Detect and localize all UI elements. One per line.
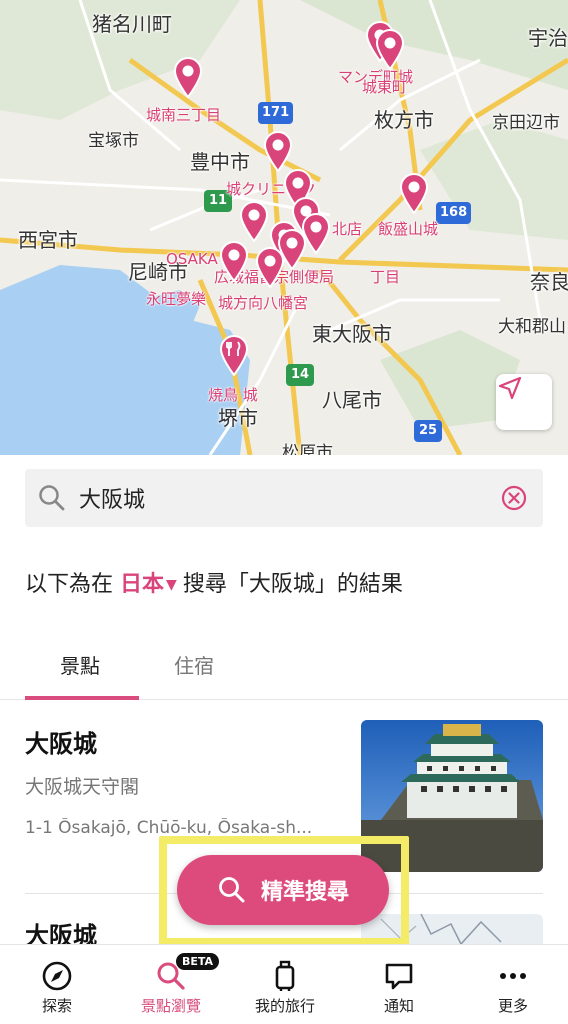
poi-label: 城南三丁目 [146,106,222,124]
nav-label: 探索 [41,997,72,1015]
result-summary: 以下為在 日本 ▼ 搜尋「大阪城」的結果 [25,566,403,598]
map-pin-icon[interactable] [398,172,430,215]
result-prefix: 以下為在 [25,572,114,597]
result-address: 1-1 Ōsakajō, Chūō-ku, Ōsaka-sh... [25,818,313,838]
map-place-label: 宝塚市 [88,131,139,151]
map-place-label: 八尾市 [322,388,382,412]
country-selector[interactable]: 日本 [120,572,164,597]
nav-label: 景點瀏覽 [140,997,201,1015]
map-pin-icon[interactable] [262,130,294,173]
nav-notifications[interactable]: 通知 [342,945,456,1024]
result-subtitle: 大阪城天守閣 [25,776,140,798]
map-place-label: 東大阪市 [312,322,392,346]
nav-label: 我的旅行 [254,997,315,1015]
poi-label: 城方向八幡宮 [218,294,309,312]
map-pin-icon[interactable] [218,240,250,283]
chat-bubble-icon [385,963,413,990]
map-place-label: 京田辺市 [492,113,560,133]
search-input[interactable]: 大阪城 [79,482,499,514]
poi-label: 北店 [332,220,363,238]
road-shield: 25 [414,420,442,442]
map-place-label: 大和郡山 [498,317,566,337]
search-icon [39,485,65,511]
map-place-label: 豊中市 [190,150,250,174]
search-bar[interactable]: 大阪城 [25,469,543,527]
locate-button[interactable] [496,374,552,430]
poi-label: 丁目 [370,268,401,286]
nav-more[interactable]: 更多 [456,945,568,1024]
road-shield: 168 [436,202,472,224]
beta-badge: BETA [176,953,220,970]
result-title: 大阪城 [25,730,97,758]
map-place-label: 枚方市 [374,108,434,132]
clear-circle-icon[interactable] [499,483,529,513]
compass-icon [42,961,72,991]
map-place-label: 猪名川町 [92,12,172,36]
navigation-arrow-icon [498,376,522,400]
map-pin-icon[interactable] [254,246,286,289]
nav-attractions[interactable]: BETA 景點瀏覽 [114,945,228,1024]
map-place-label: 堺市 [218,406,258,430]
search-icon [219,877,245,903]
tab-attractions[interactable]: 景點 [60,650,100,679]
more-dots-icon [500,973,526,979]
result-suffix: 搜尋「大阪城」的結果 [182,572,403,597]
precise-search-button[interactable]: 精準搜尋 [177,855,389,925]
poi-label: 飯盛山城 [378,220,439,238]
poi-label: 永旺夢樂 [146,290,207,308]
road-shield: 171 [258,102,294,124]
bottom-nav: 探索 BETA 景點瀏覽 我的旅行 通知 更多 [0,944,568,1024]
caret-down-icon[interactable]: ▼ [166,577,177,593]
road-shield: 14 [286,364,314,386]
map-pin-icon[interactable] [238,200,270,243]
category-tabs: 景點 住宿 [0,640,568,700]
restaurant-pin-icon[interactable] [218,334,250,377]
map-pin-icon[interactable] [172,56,204,99]
map-place-label: 奈良 [530,270,568,294]
map-place-label: 松原市 [282,443,333,455]
nav-label: 更多 [497,997,528,1015]
poi-label: 焼鳥 城 [208,386,258,404]
map-place-label: 西宮市 [18,228,78,252]
nav-my-trips[interactable]: 我的旅行 [228,945,342,1024]
tab-accommodation[interactable]: 住宿 [174,650,214,679]
map-view[interactable]: 猪名川町 宇治 宝塚市 豊中市 枚方市 京田辺市 西宮市 尼崎市 東大阪市 奈良… [0,0,568,455]
nav-explore[interactable]: 探索 [0,945,114,1024]
luggage-icon [275,960,295,991]
map-pin-icon[interactable] [374,28,406,71]
nav-label: 通知 [383,997,414,1015]
precise-search-label: 精準搜尋 [260,880,349,905]
poi-label: OSAKA [166,250,218,268]
map-place-label: 宇治 [528,26,568,50]
poi-label: 城東町 [362,78,408,96]
